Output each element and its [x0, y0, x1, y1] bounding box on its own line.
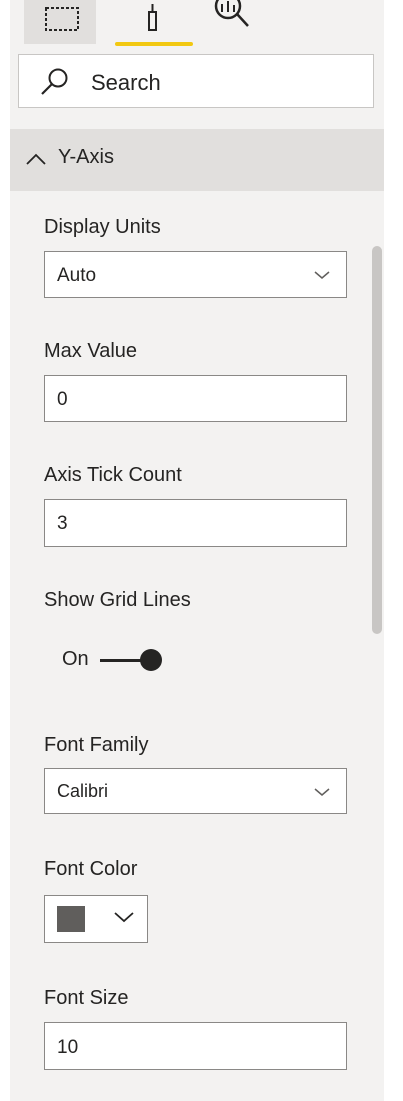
axis-tick-count-label: Axis Tick Count	[44, 464, 182, 486]
max-value-value: 0	[57, 389, 68, 410]
fields-icon	[45, 7, 79, 31]
paint-roller-icon	[148, 4, 157, 31]
chevron-up-icon	[26, 153, 46, 165]
font-color-picker[interactable]	[44, 895, 148, 943]
font-family-dropdown[interactable]: Calibri	[44, 768, 347, 814]
show-grid-lines-label: Show Grid Lines	[44, 589, 191, 611]
color-swatch	[57, 906, 85, 932]
analytics-tab[interactable]	[208, 0, 256, 44]
font-family-label: Font Family	[44, 734, 149, 756]
y-axis-section-header[interactable]: Y-Axis	[10, 129, 384, 191]
display-units-value: Auto	[57, 265, 97, 286]
max-value-input[interactable]: 0	[44, 375, 347, 422]
search-icon	[41, 68, 68, 95]
chevron-down-icon	[314, 271, 330, 279]
font-family-value: Calibri	[57, 781, 109, 801]
scrollbar-thumb[interactable]	[372, 246, 382, 634]
analytics-magnifier-icon	[214, 0, 249, 27]
font-size-input[interactable]: 10	[44, 1022, 347, 1070]
axis-tick-count-input[interactable]: 3	[44, 499, 347, 547]
search-placeholder: Search	[91, 70, 161, 95]
display-units-label: Display Units	[44, 216, 161, 238]
display-units-dropdown[interactable]: Auto	[44, 251, 347, 298]
search-box[interactable]: Search	[18, 54, 374, 108]
font-size-label: Font Size	[44, 987, 129, 1009]
chevron-down-icon	[114, 912, 134, 923]
font-color-label: Font Color	[44, 858, 138, 880]
toggle-knob	[140, 649, 162, 671]
axis-tick-count-value: 3	[57, 513, 68, 534]
font-size-value: 10	[57, 1037, 79, 1058]
toggle-state-label: On	[62, 648, 89, 670]
section-title: Y-Axis	[58, 146, 114, 168]
active-tab-indicator	[115, 42, 193, 46]
fields-tab[interactable]	[24, 0, 96, 44]
chevron-down-icon	[314, 788, 330, 796]
format-tab[interactable]	[113, 0, 193, 44]
max-value-label: Max Value	[44, 340, 138, 362]
